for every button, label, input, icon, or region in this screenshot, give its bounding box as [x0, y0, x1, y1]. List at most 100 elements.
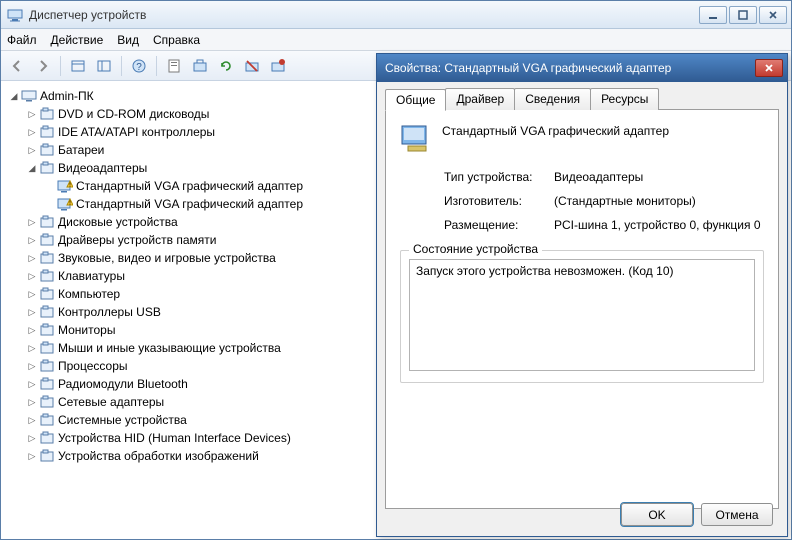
menu-help[interactable]: Справка [153, 33, 200, 47]
properties-dialog: Свойства: Стандартный VGA графический ад… [376, 53, 788, 537]
toolbar-item-1[interactable] [66, 54, 90, 78]
collapse-icon[interactable]: ◢ [26, 163, 38, 174]
close-button[interactable] [759, 6, 787, 24]
back-button[interactable] [5, 54, 29, 78]
tree-subitem-label: Стандартный VGA графический адаптер [76, 179, 303, 193]
toolbar-item-2[interactable] [92, 54, 116, 78]
device-status-legend: Состояние устройства [409, 242, 542, 256]
tree-item-label: Процессоры [58, 359, 128, 373]
mfr-label: Изготовитель: [444, 194, 554, 208]
expand-icon[interactable]: ▷ [26, 235, 38, 246]
tab-driver[interactable]: Драйвер [445, 88, 515, 110]
tree-item-label: Клавиатуры [58, 269, 125, 283]
dialog-titlebar[interactable]: Свойства: Стандартный VGA графический ад… [377, 54, 787, 82]
category-icon [39, 304, 55, 320]
category-icon [39, 412, 55, 428]
expand-icon[interactable]: ▷ [26, 289, 38, 300]
expand-icon[interactable]: ▷ [26, 343, 38, 354]
tree-item-label: Радиомодули Bluetooth [58, 377, 188, 391]
tree-item-label: Мониторы [58, 323, 115, 337]
toolbar-item-6[interactable] [266, 54, 290, 78]
refresh-button[interactable] [214, 54, 238, 78]
expand-icon[interactable]: ▷ [26, 145, 38, 156]
collapse-icon[interactable]: ◢ [8, 91, 20, 102]
tree-item-label: DVD и CD-ROM дисководы [58, 107, 209, 121]
tree-item-label: Сетевые адаптеры [58, 395, 164, 409]
tree-item-label: Системные устройства [58, 413, 187, 427]
expand-icon[interactable]: ▷ [26, 109, 38, 120]
app-icon [7, 7, 23, 23]
expand-icon[interactable]: ▷ [26, 271, 38, 282]
expand-icon[interactable]: ▷ [26, 127, 38, 138]
tree-item-label: Батареи [58, 143, 104, 157]
toolbar-item-5[interactable] [240, 54, 264, 78]
tab-resources[interactable]: Ресурсы [590, 88, 659, 110]
tree-item-label: Дисковые устройства [58, 215, 178, 229]
device-warning-icon [57, 196, 73, 212]
maximize-button[interactable] [729, 6, 757, 24]
device-warning-icon [57, 178, 73, 194]
expand-icon[interactable]: ▷ [26, 451, 38, 462]
expand-icon[interactable]: ▷ [26, 379, 38, 390]
device-status-text[interactable] [409, 259, 755, 371]
category-icon [39, 124, 55, 140]
tree-subitem-label: Стандартный VGA графический адаптер [76, 197, 303, 211]
tab-details[interactable]: Сведения [514, 88, 591, 110]
tree-root-label: Admin-ПК [40, 89, 94, 103]
category-icon [39, 358, 55, 374]
cancel-button[interactable]: Отмена [701, 503, 773, 526]
titlebar: Диспетчер устройств [1, 1, 791, 29]
category-icon [39, 340, 55, 356]
menubar: Файл Действие Вид Справка [1, 29, 791, 51]
tree-item-label: Устройства HID (Human Interface Devices) [58, 431, 291, 445]
expand-icon[interactable]: ▷ [26, 253, 38, 264]
category-icon [39, 214, 55, 230]
ok-button[interactable]: OK [621, 503, 693, 526]
device-manager-window: Диспетчер устройств Файл Действие Вид Сп… [0, 0, 792, 540]
expand-icon[interactable]: ▷ [26, 361, 38, 372]
tree-item-label: Видеоадаптеры [58, 161, 147, 175]
tab-general[interactable]: Общие [385, 89, 446, 111]
tree-item-label: Компьютер [58, 287, 120, 301]
device-icon [400, 122, 432, 154]
category-icon [39, 376, 55, 392]
type-value: Видеоадаптеры [554, 170, 764, 184]
expand-icon[interactable]: ▷ [26, 433, 38, 444]
type-label: Тип устройства: [444, 170, 554, 184]
device-status-group: Состояние устройства [400, 250, 764, 383]
category-icon [39, 448, 55, 464]
toolbar-item-4[interactable] [188, 54, 212, 78]
help-button[interactable]: ? [127, 54, 151, 78]
category-icon [39, 286, 55, 302]
expand-icon[interactable]: ▷ [26, 307, 38, 318]
expand-icon[interactable]: ▷ [26, 415, 38, 426]
category-icon [39, 394, 55, 410]
category-icon [39, 160, 55, 176]
mfr-value: (Стандартные мониторы) [554, 194, 764, 208]
tree-item-label: Контроллеры USB [58, 305, 161, 319]
minimize-button[interactable] [699, 6, 727, 24]
expand-icon[interactable]: ▷ [26, 325, 38, 336]
device-name: Стандартный VGA графический адаптер [442, 122, 669, 138]
tab-panel-general: Стандартный VGA графический адаптер Тип … [385, 109, 779, 509]
tree-item-label: Звуковые, видео и игровые устройства [58, 251, 276, 265]
computer-icon [21, 88, 37, 104]
expand-icon[interactable]: ▷ [26, 397, 38, 408]
menu-file[interactable]: Файл [7, 33, 37, 47]
svg-text:?: ? [136, 62, 142, 73]
dialog-close-button[interactable] [755, 59, 783, 77]
menu-view[interactable]: Вид [117, 33, 139, 47]
category-icon [39, 232, 55, 248]
forward-button[interactable] [31, 54, 55, 78]
menu-action[interactable]: Действие [51, 33, 104, 47]
toolbar-item-3[interactable] [162, 54, 186, 78]
window-title: Диспетчер устройств [29, 8, 699, 22]
expand-icon[interactable]: ▷ [26, 217, 38, 228]
category-icon [39, 268, 55, 284]
category-icon [39, 142, 55, 158]
category-icon [39, 430, 55, 446]
dialog-title: Свойства: Стандартный VGA графический ад… [385, 61, 755, 75]
loc-label: Размещение: [444, 218, 554, 232]
dialog-tabs: Общие Драйвер Сведения Ресурсы Стандартн… [385, 88, 779, 509]
tree-item-label: IDE ATA/ATAPI контроллеры [58, 125, 215, 139]
